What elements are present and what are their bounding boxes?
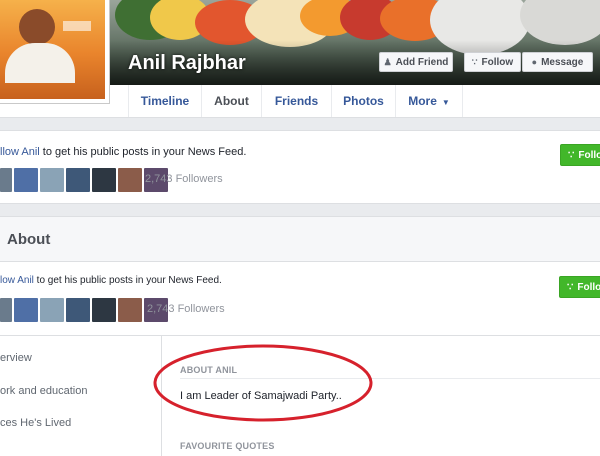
sidebar-item-places-lived[interactable]: ces He's Lived: [0, 417, 71, 429]
sidebar-item-work-education[interactable]: ork and education: [0, 385, 87, 397]
about-section-label: ABOUT ANIL: [180, 365, 238, 375]
avatar[interactable]: [118, 298, 142, 322]
about-divider: [161, 336, 162, 456]
section-divider: [180, 378, 600, 379]
avatar[interactable]: [0, 298, 12, 322]
about-follower-avatars: [0, 298, 170, 322]
tab-timeline[interactable]: Timeline: [128, 85, 201, 117]
avatar[interactable]: [40, 168, 64, 192]
profile-banner-text: [63, 21, 91, 31]
rss-icon: ∵: [568, 149, 575, 161]
message-button[interactable]: ● Message: [522, 52, 593, 72]
about-follow-link[interactable]: low Anil: [0, 275, 34, 286]
chevron-down-icon: ▼: [441, 98, 450, 107]
about-follow-text: to get his public posts in your News Fee…: [33, 275, 222, 286]
profile-face: [19, 9, 55, 45]
avatar[interactable]: [118, 168, 142, 192]
avatar[interactable]: [66, 168, 90, 192]
followers-count[interactable]: 2,743 Followers: [145, 173, 223, 185]
cover-people: [520, 0, 600, 45]
avatar[interactable]: [0, 168, 12, 192]
add-friend-icon: ♟: [383, 56, 392, 67]
follow-green-button[interactable]: ∵ Follo: [560, 144, 600, 166]
avatar[interactable]: [14, 298, 38, 322]
profile-body: [5, 43, 75, 83]
sidebar-item-overview[interactable]: erview: [0, 352, 32, 364]
follow-green-label: Follo: [578, 149, 600, 161]
tab-photos[interactable]: Photos: [331, 85, 395, 117]
about-title: About: [7, 231, 51, 248]
add-friend-button[interactable]: ♟ Add Friend: [379, 52, 453, 72]
follow-card: llow Anil to get his public posts in you…: [0, 130, 600, 204]
follow-prompt: llow Anil to get his public posts in you…: [0, 146, 246, 158]
about-follow-card: low Anil to get his public posts in your…: [0, 261, 600, 337]
avatar[interactable]: [14, 168, 38, 192]
add-friend-label: Add Friend: [395, 56, 449, 68]
about-follow-green-label: Follo: [577, 281, 600, 293]
follow-button[interactable]: ∵ Follow: [464, 52, 521, 72]
avatar[interactable]: [92, 168, 116, 192]
avatar[interactable]: [66, 298, 90, 322]
about-header: About: [0, 216, 600, 262]
tab-friends[interactable]: Friends: [261, 85, 331, 117]
follow-prompt-text: to get his public posts in your News Fee…: [39, 146, 247, 158]
profile-picture[interactable]: [0, 0, 110, 104]
profile-photo: [0, 0, 105, 99]
about-followers-count[interactable]: 2,743 Followers: [147, 303, 225, 315]
rss-icon: ∵: [567, 281, 574, 293]
about-follow-prompt: low Anil to get his public posts in your…: [0, 275, 222, 286]
about-text: I am Leader of Samajwadi Party..: [180, 390, 342, 402]
message-label: Message: [541, 56, 584, 68]
page-name[interactable]: Anil Rajbhar: [128, 52, 246, 75]
follow-label: Follow: [481, 56, 514, 68]
tab-more[interactable]: More ▼: [395, 85, 463, 117]
tab-about[interactable]: About: [201, 85, 261, 117]
about-follow-green-button[interactable]: ∵ Follo: [559, 276, 600, 298]
tab-more-label: More: [408, 94, 437, 108]
avatar[interactable]: [40, 298, 64, 322]
rss-icon: ∵: [471, 56, 478, 67]
avatar[interactable]: [92, 298, 116, 322]
message-icon: ●: [531, 57, 538, 67]
follow-link[interactable]: llow Anil: [0, 146, 40, 158]
